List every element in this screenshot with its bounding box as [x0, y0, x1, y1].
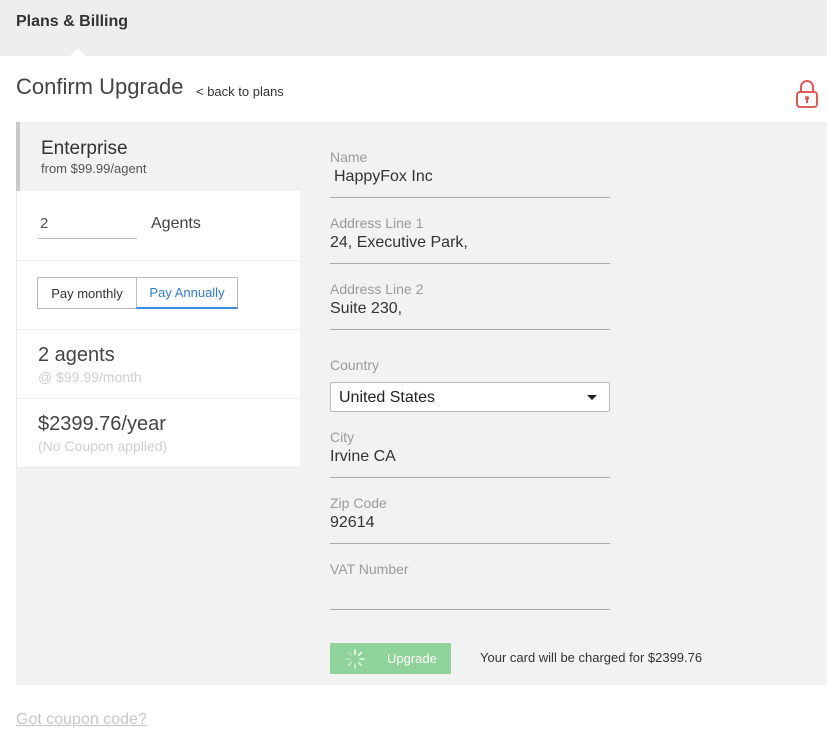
name-value[interactable]: HappyFox Inc — [330, 168, 610, 188]
active-tab-indicator — [70, 48, 86, 56]
billing-cycle-row: Pay monthly Pay Annually — [16, 261, 300, 330]
zip-code-label: Zip Code — [330, 495, 387, 511]
plan-name: Enterprise — [41, 138, 128, 159]
pay-annually-button[interactable]: Pay Annually — [136, 277, 238, 309]
coupon-status: (No Coupon applied) — [38, 438, 168, 454]
address-line1-value[interactable]: 24, Executive Park, — [330, 234, 610, 254]
address-line2-value[interactable]: Suite 230, — [330, 300, 610, 320]
agents-summary: 2 agents @ $99.99/month — [16, 330, 300, 399]
vat-number-field[interactable]: VAT Number — [330, 561, 610, 610]
app-title: Plans & Billing — [16, 13, 129, 30]
name-field[interactable]: Name HappyFox Inc — [330, 149, 610, 198]
city-field[interactable]: City Irvine CA — [330, 429, 610, 478]
country-label: Country — [330, 357, 380, 373]
country-select[interactable]: United States — [330, 382, 610, 412]
agents-count-summary: 2 agents — [38, 344, 115, 366]
address-line2-label: Address Line 2 — [330, 281, 424, 297]
top-bar: Plans & Billing — [0, 0, 827, 56]
pay-monthly-button[interactable]: Pay monthly — [37, 277, 136, 309]
page-title: Confirm Upgrade — [16, 74, 184, 99]
zip-code-value[interactable]: 92614 — [330, 514, 610, 534]
country-value: United States — [339, 389, 436, 406]
agents-row: Agents — [16, 191, 300, 261]
billing-cycle-toggle: Pay monthly Pay Annually — [37, 277, 238, 309]
zip-code-field[interactable]: Zip Code 92614 — [330, 495, 610, 544]
address-line2-field[interactable]: Address Line 2 Suite 230, — [330, 281, 610, 330]
lock-icon — [796, 80, 818, 108]
total-summary: $2399.76/year (No Coupon applied) — [16, 399, 300, 468]
agents-count-input[interactable] — [38, 215, 137, 239]
upgrade-button-label: Upgrade — [387, 651, 437, 666]
plan-price: from $99.99/agent — [41, 161, 147, 176]
address-line1-label: Address Line 1 — [330, 215, 424, 231]
charge-note: Your card will be charged for $2399.76 — [480, 650, 703, 665]
back-to-plans-link[interactable]: < back to plans — [196, 84, 284, 99]
plan-header: Enterprise from $99.99/agent — [16, 122, 300, 191]
agents-label: Agents — [151, 215, 201, 232]
plan-summary-column: Enterprise from $99.99/agent Agents Pay … — [16, 122, 300, 468]
agent-rate: @ $99.99/month — [38, 369, 142, 385]
spinner-icon — [345, 649, 365, 669]
vat-number-label: VAT Number — [330, 561, 409, 577]
vat-number-value[interactable] — [330, 580, 610, 600]
coupon-code-link[interactable]: Got coupon code? — [16, 711, 147, 729]
upgrade-button[interactable]: Upgrade — [330, 643, 451, 674]
name-label: Name — [330, 149, 368, 165]
city-value[interactable]: Irvine CA — [330, 448, 610, 468]
city-label: City — [330, 429, 355, 445]
total-price: $2399.76/year — [38, 413, 166, 435]
address-line1-field[interactable]: Address Line 1 24, Executive Park, — [330, 215, 610, 264]
chevron-down-icon — [587, 395, 597, 400]
